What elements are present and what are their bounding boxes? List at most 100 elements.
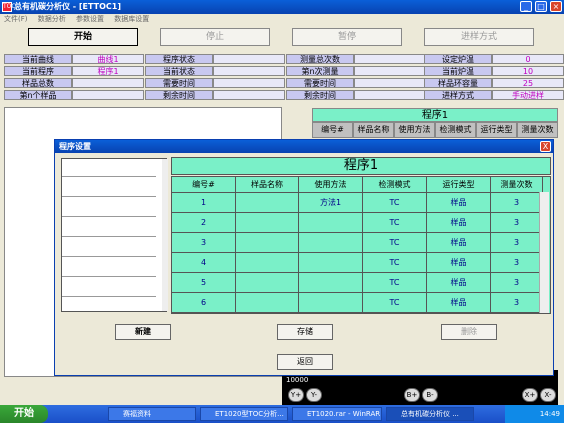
taskbar-item[interactable]: ET1020型TOC分析... [200,407,288,421]
info-value: 10 [492,66,564,76]
info-label: 进样方式 [424,90,492,100]
stop-button[interactable]: 停止 [160,28,270,46]
table-row[interactable]: 1 方法1 TC 样品 3 [172,193,550,213]
cell-detect-mode[interactable]: TC [363,293,427,313]
taskbar-item[interactable]: 总有机碳分析仪 ... [386,407,474,421]
window-titlebar: 总有机碳分析仪 - [ETTOC1] [0,0,564,14]
cell-measure-count[interactable]: 3 [491,213,543,233]
cell-number[interactable]: 5 [172,273,236,293]
cell-sample-name[interactable] [236,233,299,253]
cell-sample-name[interactable] [236,213,299,233]
cell-method[interactable] [299,293,363,313]
x-minus-button[interactable]: X- [540,388,556,402]
y-minus-button[interactable]: Y- [306,388,322,402]
cell-sample-name[interactable] [236,253,299,273]
info-label: 当前炉温 [424,66,492,76]
taskbar-item[interactable]: 赛福资料 [108,407,196,421]
cell-detect-mode[interactable]: TC [363,213,427,233]
cell-measure-count[interactable]: 3 [491,233,543,253]
cell-detect-mode[interactable]: TC [363,273,427,293]
program-settings-dialog: 程序设置 X 程序1 编号# 样品名称 使用方法 检测模式 运行类型 测量次数 … [54,139,554,376]
cell-method[interactable]: 方法1 [299,193,363,213]
program-table-title: 程序1 [312,108,558,122]
start-button[interactable]: 开始 [28,28,138,46]
new-button[interactable]: 新建 [115,324,171,340]
program-list-scrollbar[interactable] [162,159,168,311]
save-button[interactable]: 存储 [277,324,333,340]
col-header: 样品名称 [353,122,394,138]
menu-database-settings[interactable]: 数据库设置 [114,15,149,23]
cell-run-type[interactable]: 样品 [427,273,491,293]
cell-number[interactable]: 6 [172,293,236,313]
info-label: 当前状态 [145,66,213,76]
cell-measure-count[interactable]: 3 [491,293,543,313]
info-value [213,54,285,64]
info-label: 第n次测量 [286,66,354,76]
close-button[interactable]: × [550,1,562,12]
b-plus-button[interactable]: B+ [404,388,420,402]
cell-detect-mode[interactable]: TC [363,253,427,273]
cell-sample-name[interactable] [236,273,299,293]
cell-run-type[interactable]: 样品 [427,293,491,313]
delete-button[interactable]: 删除 [441,324,497,340]
cell-run-type[interactable]: 样品 [427,213,491,233]
app-icon: TOC [2,2,16,12]
menu-parameter-settings[interactable]: 参数设置 [76,15,104,23]
table-row[interactable]: 6 TC 样品 3 [172,293,550,313]
dialog-close-button[interactable]: X [540,141,551,152]
back-button[interactable]: 返回 [277,354,333,370]
b-minus-button[interactable]: B- [422,388,438,402]
start-menu-button[interactable]: 开始 [0,405,48,423]
info-label: 样品总数 [4,78,72,88]
cell-run-type[interactable]: 样品 [427,253,491,273]
cell-number[interactable]: 4 [172,253,236,273]
menu-file[interactable]: 文件(F) [4,15,28,23]
info-label: 样品环容量 [424,78,492,88]
window-title: 总有机碳分析仪 - [ETTOC1] [14,2,122,11]
table-scrollbar[interactable] [539,192,549,313]
cell-method[interactable] [299,253,363,273]
cell-method[interactable] [299,213,363,233]
info-group-program: 程序状态 当前状态 需要时间 剩余时间 [145,54,285,105]
menu-data-analysis[interactable]: 数据分析 [38,15,66,23]
info-label: 当前程序 [4,66,72,76]
cell-method[interactable] [299,273,363,293]
system-tray: 14:49 [505,405,564,423]
cell-detect-mode[interactable]: TC [363,193,427,213]
cell-number[interactable]: 2 [172,213,236,233]
cell-measure-count[interactable]: 3 [491,253,543,273]
cell-sample-name[interactable] [236,193,299,213]
info-value: 0 [492,54,564,64]
program-list[interactable] [61,158,168,312]
pause-button[interactable]: 暂停 [292,28,402,46]
table-row[interactable]: 3 TC 样品 3 [172,233,550,253]
table-row[interactable]: 5 TC 样品 3 [172,273,550,293]
cell-sample-name[interactable] [236,293,299,313]
y-plus-button[interactable]: Y+ [288,388,304,402]
cell-measure-count[interactable]: 3 [491,273,543,293]
x-plus-button[interactable]: X+ [522,388,538,402]
cell-detect-mode[interactable]: TC [363,233,427,253]
info-label: 设定炉温 [424,54,492,64]
cell-number[interactable]: 1 [172,193,236,213]
info-value: 程序1 [72,66,144,76]
cell-method[interactable] [299,233,363,253]
cell-run-type[interactable]: 样品 [427,193,491,213]
minimize-button[interactable]: _ [520,1,532,12]
info-label: 当前曲线 [4,54,72,64]
info-value [213,78,285,88]
cell-run-type[interactable]: 样品 [427,233,491,253]
injection-mode-button[interactable]: 进样方式 [424,28,534,46]
col-header: 运行类型 [476,122,517,138]
taskbar-item[interactable]: ET1020.rar - WinRAR [292,407,382,421]
table-row[interactable]: 2 TC 样品 3 [172,213,550,233]
cell-number[interactable]: 3 [172,233,236,253]
info-label: 剩余时间 [145,90,213,100]
cell-measure-count[interactable]: 3 [491,193,543,213]
col-header: 编号# [172,177,236,193]
maximize-button[interactable]: □ [535,1,547,12]
table-row[interactable]: 4 TC 样品 3 [172,253,550,273]
dialog-table-title: 程序1 [171,157,551,175]
col-header: 测量次数 [517,122,558,138]
info-value: 25 [492,78,564,88]
